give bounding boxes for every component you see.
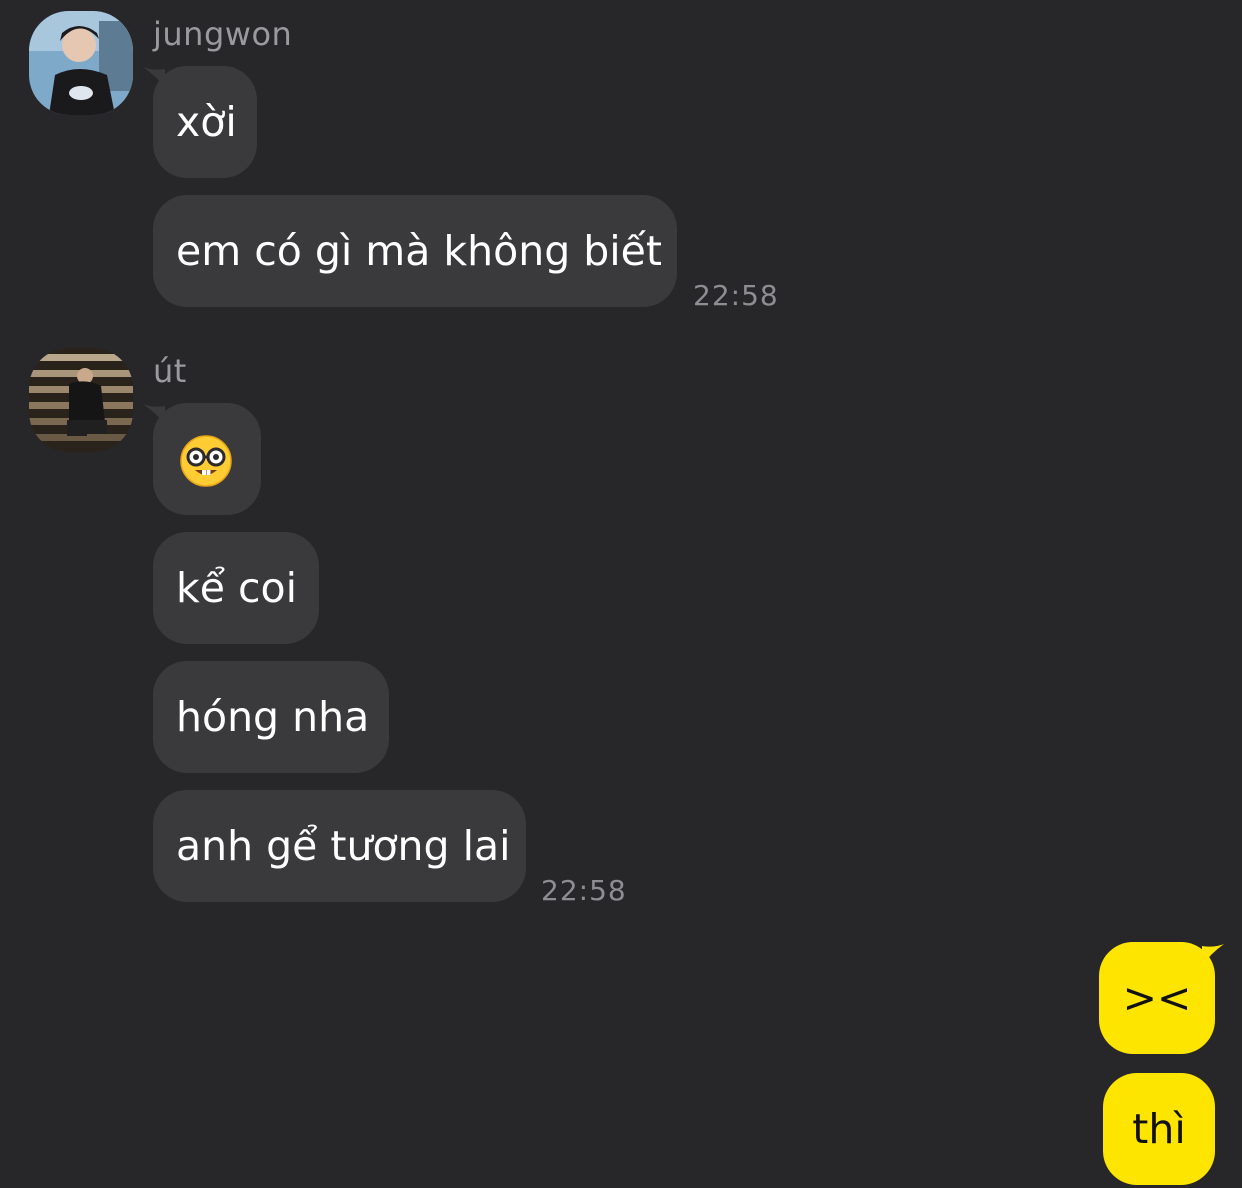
nerd-face-emoji-icon bbox=[180, 435, 232, 487]
sender-name: jungwon bbox=[153, 15, 293, 53]
avatar-ut[interactable] bbox=[29, 348, 133, 452]
avatar-ut-photo bbox=[29, 348, 133, 452]
message-bubble-emoji[interactable] bbox=[153, 403, 261, 515]
message-bubble-incoming[interactable]: anh gể tương lai bbox=[153, 790, 526, 902]
message-bubble-outgoing[interactable]: thì bbox=[1103, 1073, 1215, 1185]
avatar-jungwon-photo bbox=[29, 11, 133, 115]
avatar-jungwon[interactable] bbox=[29, 11, 133, 115]
message-timestamp: 22:58 bbox=[541, 874, 627, 907]
sender-name: út bbox=[153, 352, 187, 390]
message-bubble-outgoing[interactable]: >< bbox=[1099, 942, 1215, 1054]
message-timestamp: 22:58 bbox=[693, 279, 779, 312]
message-bubble-incoming[interactable]: kể coi bbox=[153, 532, 319, 644]
message-bubble-incoming[interactable]: xời bbox=[153, 66, 257, 178]
message-bubble-incoming[interactable]: hóng nha bbox=[153, 661, 389, 773]
message-bubble-incoming[interactable]: em có gì mà không biết bbox=[153, 195, 677, 307]
